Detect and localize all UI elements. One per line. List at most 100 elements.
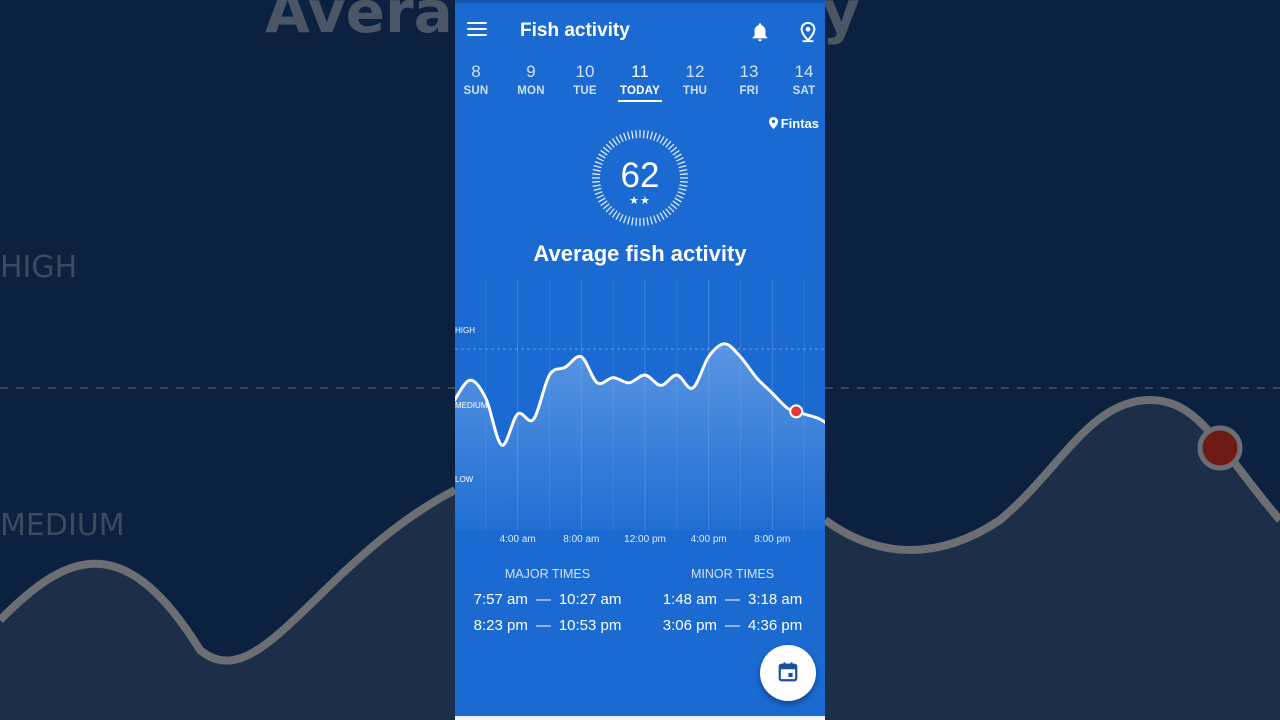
day-tab-tue[interactable]: 10 TUE xyxy=(560,62,610,100)
day-tab-sun[interactable]: 8 SUN xyxy=(455,62,501,100)
chart-x-tick-label: 4:00 am xyxy=(500,534,536,545)
day-tab-fri[interactable]: 13 FRI xyxy=(724,62,774,100)
location-pin-icon[interactable] xyxy=(797,20,819,44)
app-title: Fish activity xyxy=(520,20,630,41)
day-label: TODAY xyxy=(620,85,660,97)
gauge-tick xyxy=(642,130,645,139)
gauge-tick xyxy=(659,212,665,220)
time-end: 3:18 am xyxy=(748,591,803,608)
time-dash: — xyxy=(725,591,740,608)
gauge-tick xyxy=(646,217,649,226)
minor-time-row: 3:06 pm — 4:36 pm xyxy=(640,617,825,634)
day-number: 13 xyxy=(739,62,759,81)
gauge-tick xyxy=(642,217,645,226)
menu-icon[interactable] xyxy=(467,22,487,38)
time-start: 7:57 am xyxy=(473,591,528,608)
gauge-tick xyxy=(619,134,624,143)
gauge-tick xyxy=(653,215,658,224)
gauge-tick xyxy=(656,213,661,222)
time-dash: — xyxy=(725,617,740,634)
gauge-tick xyxy=(635,217,638,226)
gauge-tick xyxy=(659,136,665,144)
gauge-tick xyxy=(605,143,613,151)
day-tab-sat[interactable]: 14 SAT xyxy=(779,62,825,100)
gauge-tick xyxy=(622,132,627,141)
calendar-button[interactable] xyxy=(760,645,816,701)
major-times-heading: MAJOR TIMES xyxy=(504,567,591,581)
day-number: 11 xyxy=(631,62,649,81)
bell-icon[interactable] xyxy=(749,20,771,44)
activity-area xyxy=(455,343,825,530)
chart-x-tick-label: 12:00 pm xyxy=(624,534,666,545)
major-times: MAJOR TIMES 7:57 am — 10:27 am 8:23 pm — 10:… xyxy=(455,567,640,643)
time-dash: — xyxy=(535,591,551,608)
location-small-pin-icon xyxy=(768,117,778,129)
time-start: 8:23 pm xyxy=(473,617,528,634)
gauge-tick xyxy=(619,213,624,222)
gauge-tick xyxy=(667,205,675,213)
day-number: 12 xyxy=(685,62,705,81)
time-end: 10:53 pm xyxy=(558,617,622,634)
gauge-tick xyxy=(626,131,631,140)
chart-x-tick-label: 4:00 pm xyxy=(691,534,727,545)
gauge-tick xyxy=(602,146,610,153)
gauge-tick xyxy=(608,140,615,148)
gauge-tick xyxy=(649,131,654,140)
gauge-tick xyxy=(646,130,649,139)
day-number: 10 xyxy=(575,62,595,81)
minor-time-row: 1:48 am — 3:18 am xyxy=(640,591,825,608)
average-activity-label: Average fish activity xyxy=(533,241,747,266)
chart-level-label: LOW xyxy=(455,475,474,484)
gauge-tick xyxy=(672,149,680,156)
gauge-tick xyxy=(662,138,669,146)
day-tab-mon[interactable]: 9 MON xyxy=(506,62,556,100)
bottom-edge xyxy=(455,716,825,720)
chart-level-label: MEDIUM xyxy=(455,401,488,410)
minor-times: MINOR TIMES 1:48 am — 3:18 am 3:06 pm — 4:36… xyxy=(640,567,825,643)
app-bar: Fish activity xyxy=(455,0,825,64)
gauge-tick xyxy=(667,143,675,151)
gauge-tick xyxy=(631,130,634,139)
gauge-tick xyxy=(653,132,658,141)
time-end: 4:36 pm xyxy=(748,617,803,634)
day-label: THU xyxy=(682,85,708,97)
current-time-marker xyxy=(789,404,804,419)
time-dash: — xyxy=(535,617,551,634)
gauge-tick xyxy=(600,149,608,156)
day-label: TUE xyxy=(573,85,597,97)
gauge-tick xyxy=(665,140,672,148)
gauge-tick xyxy=(635,130,638,139)
major-time-row: 8:23 pm — 10:53 pm xyxy=(455,617,640,634)
gauge-tick xyxy=(670,146,678,153)
day-tab-today[interactable]: 11 TODAY xyxy=(615,62,665,102)
day-number: 8 xyxy=(471,62,481,81)
rating-stars: ★★ xyxy=(629,195,651,207)
activity-score: 62 xyxy=(620,156,660,195)
time-end: 10:27 am xyxy=(558,591,622,608)
chart-x-tick-label: 8:00 am xyxy=(563,534,599,545)
day-tabs: 8 SUN 9 MON 10 TUE 11 TODAY 12 THU 13 FR… xyxy=(455,62,825,104)
day-label: SAT xyxy=(792,85,816,97)
gauge-tick xyxy=(615,212,621,220)
gauge-tick xyxy=(611,138,618,146)
gauge-tick xyxy=(611,210,618,218)
gauge-tick xyxy=(631,217,634,226)
major-time-row: 7:57 am — 10:27 am xyxy=(455,591,640,608)
time-start: 3:06 pm xyxy=(662,617,717,634)
time-start: 1:48 am xyxy=(662,591,717,608)
phone-screen: Fish activity 8 SUN 9 MON 10 TUE 11 TODA… xyxy=(455,0,825,720)
chart-x-tick-label: 8:00 pm xyxy=(754,534,790,545)
gauge-tick xyxy=(608,208,615,216)
location-name: Fintas xyxy=(780,116,819,131)
gauge-tick xyxy=(649,216,654,225)
calendar-icon xyxy=(778,662,798,682)
gauge-tick xyxy=(665,208,672,216)
gauge-tick xyxy=(662,210,669,218)
chart-level-label: HIGH xyxy=(455,326,475,335)
day-tab-thu[interactable]: 12 THU xyxy=(670,62,720,100)
day-number: 9 xyxy=(526,62,536,81)
gauge-tick xyxy=(626,216,631,225)
gauge-tick xyxy=(622,215,627,224)
gauge-tick xyxy=(605,205,613,213)
location-selector[interactable]: Fintas xyxy=(768,116,819,131)
